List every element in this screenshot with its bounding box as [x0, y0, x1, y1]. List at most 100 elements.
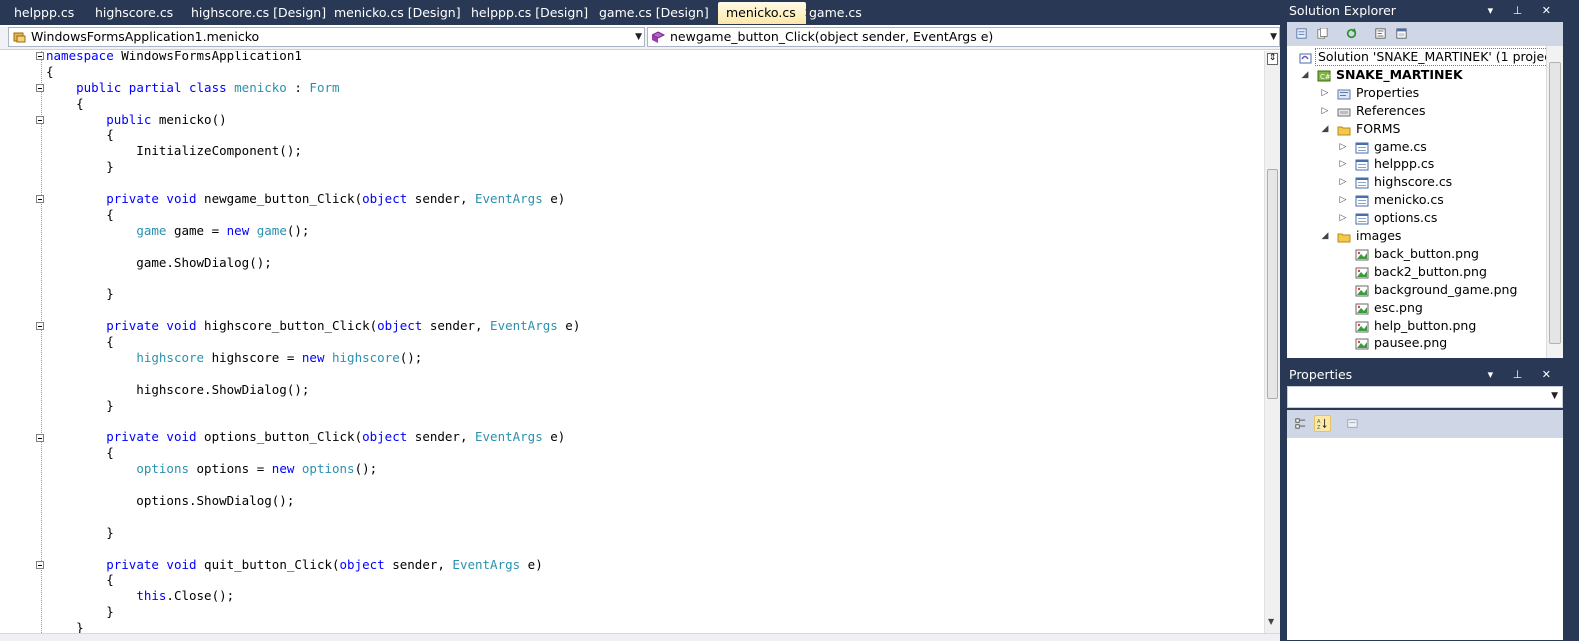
alphabetical-button[interactable]: AZ: [1314, 415, 1331, 432]
collapse-icon[interactable]: [36, 322, 44, 331]
tree-node[interactable]: ▷ Properties: [1287, 84, 1545, 102]
expand-arrow-icon[interactable]: ▷: [1338, 209, 1348, 227]
expand-arrow-icon[interactable]: ▷: [1338, 138, 1348, 156]
collapse-icon[interactable]: [36, 195, 44, 204]
tree-node[interactable]: ▷ options.cs: [1287, 209, 1545, 227]
method-icon: [652, 31, 665, 43]
tree-node[interactable]: ▷ menicko.cs: [1287, 191, 1545, 209]
expand-arrow-icon[interactable]: ▷: [1320, 84, 1330, 102]
expand-arrow-icon[interactable]: ▷: [1338, 173, 1348, 191]
tab-label: highscore.cs: [95, 5, 174, 20]
collapse-icon[interactable]: [36, 560, 44, 569]
type-dropdown[interactable]: WindowsFormsApplication1.menicko ▼: [8, 27, 645, 47]
code-line: game game = new game();: [136, 222, 310, 238]
vertical-scrollbar[interactable]: ⇕ ▼: [1264, 51, 1280, 633]
collapse-arrow-icon[interactable]: ◢: [1320, 120, 1330, 138]
code-line: public menicko(): [106, 111, 227, 127]
tree-node[interactable]: esc.png: [1287, 299, 1545, 317]
references-icon: [1337, 105, 1351, 117]
tree-node[interactable]: ▷ game.cs: [1287, 138, 1545, 156]
tab-menicko-cs[interactable]: menicko.cs ✕: [718, 2, 814, 24]
refresh-button[interactable]: [1343, 25, 1360, 42]
code-line: this.Close();: [136, 588, 235, 604]
tree-node-label: pausee.png: [1374, 335, 1448, 351]
scroll-down-arrow-icon[interactable]: ▼: [1268, 617, 1274, 626]
scrollbar-thumb[interactable]: [1549, 62, 1561, 344]
tree-node-label: game.cs: [1374, 138, 1427, 154]
image-file-icon: [1355, 266, 1369, 279]
tab-game-cs-design[interactable]: game.cs [Design]: [591, 2, 717, 24]
properties-button[interactable]: [1293, 25, 1310, 42]
tree-node[interactable]: background_game.png: [1287, 281, 1545, 299]
code-text-area[interactable]: namespace WindowsFormsApplication1{ publ…: [10, 51, 1264, 633]
code-line: }: [46, 397, 114, 413]
tree-node[interactable]: back_button.png: [1287, 245, 1545, 263]
tree-node-label: images: [1356, 228, 1402, 243]
view-code-button[interactable]: [1372, 25, 1389, 42]
tree-node[interactable]: ▷ helppp.cs: [1287, 155, 1545, 173]
collapse-icon[interactable]: [36, 52, 44, 60]
expand-arrow-icon[interactable]: ▷: [1338, 155, 1348, 173]
tree-node-label: menicko.cs: [1374, 192, 1444, 208]
expand-arrow-icon[interactable]: ▷: [1320, 102, 1330, 120]
tree-node[interactable]: pausee.png: [1287, 334, 1545, 352]
tree-node-label: back_button.png: [1374, 245, 1479, 261]
chevron-down-icon[interactable]: ▼: [1270, 28, 1277, 46]
tab-helppp-cs-design[interactable]: helppp.cs [Design]: [463, 2, 596, 24]
code-line: highscore.ShowDialog();: [46, 381, 310, 397]
tab-highscore-cs-design[interactable]: highscore.cs [Design]: [183, 2, 334, 24]
categorized-button[interactable]: [1292, 415, 1309, 432]
tree-node[interactable]: Solution 'SNAKE_MARTINEK' (1 project): [1287, 48, 1563, 66]
collapse-icon[interactable]: [36, 83, 44, 92]
code-line: private void highscore_button_Click(obje…: [106, 318, 581, 334]
tab-label: helppp.cs: [14, 5, 75, 20]
chevron-down-icon[interactable]: ▼: [1551, 391, 1558, 401]
tree-node[interactable]: ◢ C# SNAKE_MARTINEK: [1287, 66, 1545, 84]
panel-window-buttons[interactable]: ▾ ⊥ ✕: [1488, 365, 1559, 384]
form-file-icon: [1355, 212, 1369, 225]
tree-node-label: back2_button.png: [1374, 263, 1487, 279]
tree-node[interactable]: ▷ References: [1287, 102, 1545, 120]
scrollbar-thumb[interactable]: [1267, 169, 1278, 399]
solution-tree[interactable]: Solution 'SNAKE_MARTINEK' (1 project) ◢ C#…: [1287, 46, 1563, 358]
member-dropdown[interactable]: newgame_button_Click(object sender, Even…: [647, 27, 1280, 47]
alphabetical-icon: AZ: [1317, 418, 1327, 429]
tab-menicko-cs-design[interactable]: menicko.cs [Design]: [326, 2, 469, 24]
collapse-arrow-icon[interactable]: ◢: [1320, 227, 1330, 245]
panel-window-buttons[interactable]: ▾ ⊥ ✕: [1488, 1, 1559, 20]
tab-highscore-cs[interactable]: highscore.cs: [87, 2, 181, 24]
splitter-icon[interactable]: ⇕: [1267, 53, 1278, 65]
solution-explorer-toolbar: [1287, 22, 1563, 47]
property-pages-button[interactable]: [1344, 415, 1361, 432]
tree-vertical-scrollbar[interactable]: [1546, 46, 1563, 358]
property-grid[interactable]: [1287, 438, 1563, 640]
collapse-icon[interactable]: [36, 433, 44, 442]
show-all-files-icon: [1317, 28, 1328, 39]
view-designer-button[interactable]: [1393, 25, 1410, 42]
code-editor: WindowsFormsApplication1.menicko ▼ newga…: [0, 25, 1280, 641]
tree-node[interactable]: ◢ images: [1287, 227, 1545, 245]
svg-text:C#: C#: [1320, 73, 1331, 81]
collapse-icon[interactable]: [36, 115, 44, 124]
chevron-down-icon[interactable]: ▼: [635, 28, 642, 46]
tab-game-cs[interactable]: game.cs: [801, 2, 870, 24]
object-selector-dropdown[interactable]: ▼: [1287, 386, 1563, 408]
tab-label: menicko.cs [Design]: [334, 5, 461, 20]
svg-text:Z: Z: [1317, 425, 1321, 429]
tree-node[interactable]: ◢ FORMS: [1287, 120, 1545, 138]
tree-node-label: helppp.cs: [1374, 156, 1435, 172]
tree-node[interactable]: help_button.png: [1287, 317, 1545, 335]
collapse-arrow-icon[interactable]: ◢: [1300, 66, 1310, 84]
code-line: }: [46, 620, 84, 633]
solution-explorer-title: Solution Explorer: [1289, 3, 1396, 18]
tab-helppp-cs[interactable]: helppp.cs: [6, 2, 82, 24]
tree-node[interactable]: ▷ highscore.cs: [1287, 173, 1545, 191]
tree-node[interactable]: back2_button.png: [1287, 263, 1545, 281]
expand-arrow-icon[interactable]: ▷: [1338, 191, 1348, 209]
solution-explorer-header: Solution Explorer ▾ ⊥ ✕: [1285, 1, 1565, 21]
show-all-files-button[interactable]: [1314, 25, 1331, 42]
